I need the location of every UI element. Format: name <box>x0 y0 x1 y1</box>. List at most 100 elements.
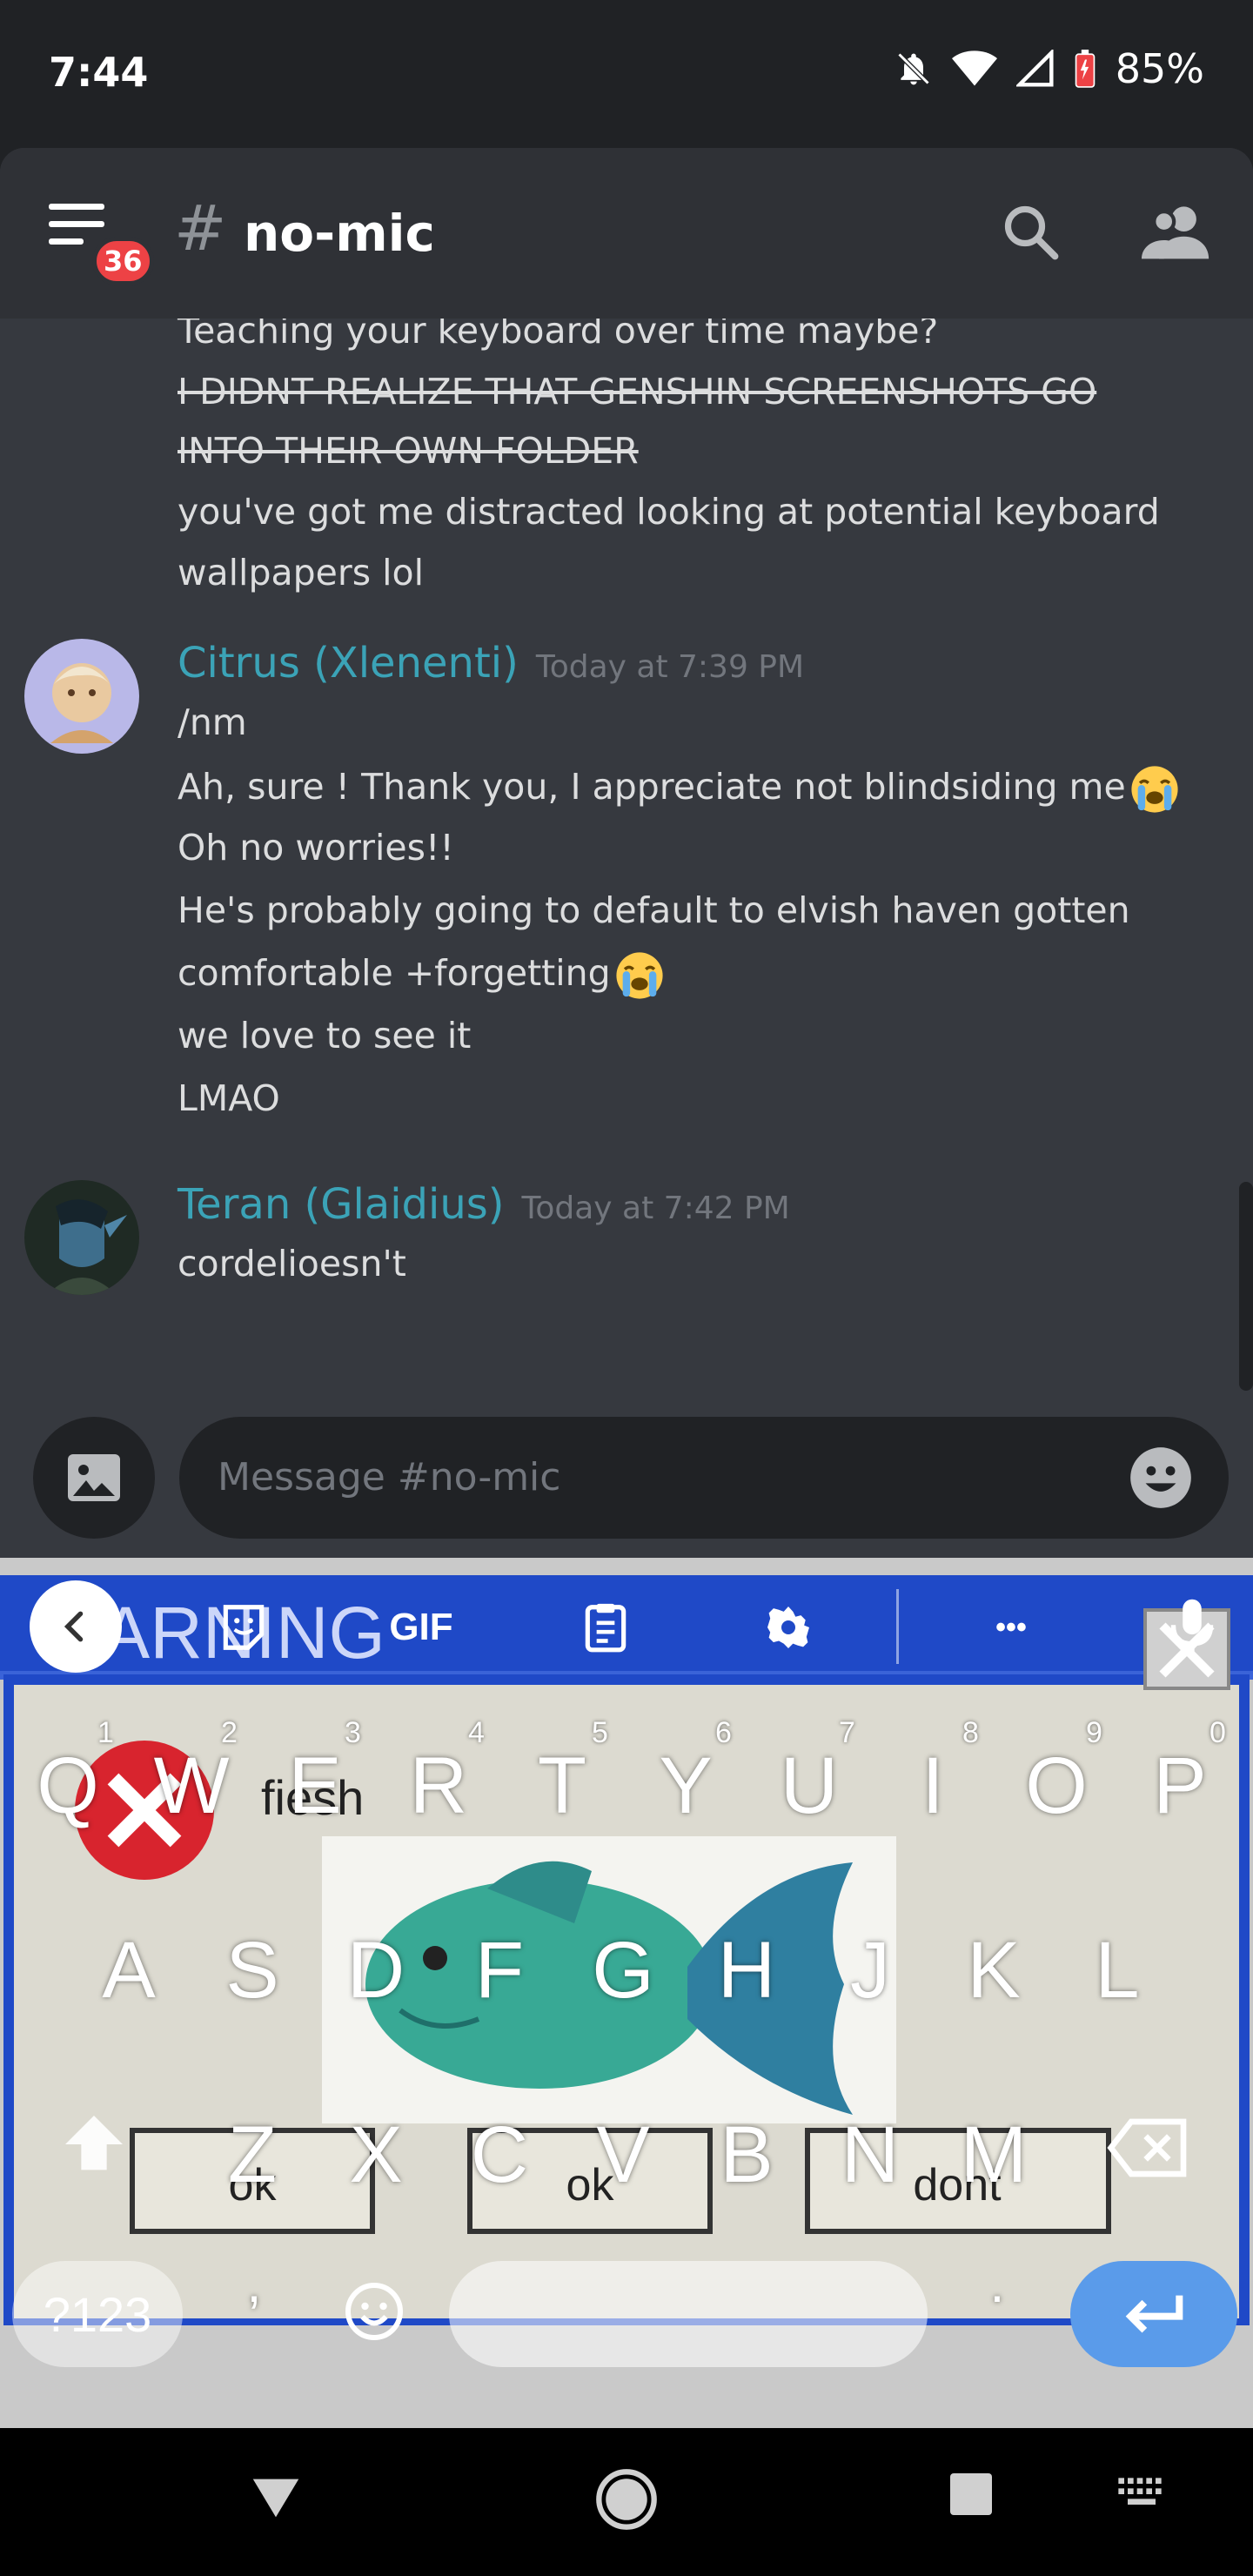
key-x[interactable]: X <box>324 2110 428 2201</box>
period-key[interactable]: . <box>945 2254 1049 2314</box>
key-i[interactable]: I <box>881 1741 985 1832</box>
nav-recents-button[interactable] <box>943 2466 1013 2536</box>
message-line: cordelioesn't <box>178 1243 406 1285</box>
message-text: Ah, sure ! Thank you, I appreciate not b… <box>178 766 1126 808</box>
message-author[interactable]: Citrus (Xlenenti) Today at 7:39 PM <box>178 639 804 688</box>
avatar-image <box>24 639 139 754</box>
avatar-teran[interactable] <box>24 1180 139 1295</box>
sticker-icon <box>223 1605 265 1650</box>
message-line: wallpapers lol <box>178 552 424 594</box>
key-c[interactable]: C <box>447 2110 552 2201</box>
keyboard-toolbar: GIF ••• <box>0 1558 1253 1688</box>
key-h[interactable]: H <box>694 1925 799 2016</box>
avatar-image <box>24 1180 139 1295</box>
message-input[interactable]: Message #no-mic <box>179 1417 1229 1539</box>
message-line: LMAO <box>178 1077 280 1119</box>
key-z[interactable]: Z <box>200 2110 305 2201</box>
key-j[interactable]: J <box>818 1925 922 2016</box>
message-line-with-emoji: comfortable +forgetting <box>178 950 665 1001</box>
members-button[interactable] <box>1142 200 1211 270</box>
battery-icon <box>1075 50 1096 88</box>
key-hint: 5 <box>592 1716 608 1749</box>
members-icon <box>1142 206 1209 259</box>
toolbar-divider <box>896 1589 899 1664</box>
key-g[interactable]: G <box>571 1925 675 2016</box>
more-options-button[interactable]: ••• <box>976 1593 1046 1662</box>
avatar-citrus[interactable] <box>24 639 139 754</box>
message-author[interactable]: Teran (Glaidius) Today at 7:42 PM <box>178 1180 790 1229</box>
key-hint: 7 <box>839 1716 855 1749</box>
space-key[interactable] <box>449 2261 928 2367</box>
keyboard-back-button[interactable] <box>30 1580 122 1673</box>
image-icon <box>68 1454 120 1501</box>
message-scrollbar[interactable] <box>1239 1182 1253 1391</box>
key-hint: 8 <box>962 1716 979 1749</box>
key-e[interactable]: E <box>263 1741 367 1832</box>
sticker-button[interactable] <box>209 1593 278 1662</box>
key-p[interactable]: P <box>1128 1741 1232 1832</box>
home-circle-icon <box>596 2469 657 2530</box>
key-l[interactable]: L <box>1065 1925 1169 2016</box>
symbols-key[interactable]: ?123 <box>12 2261 183 2367</box>
key-t[interactable]: T <box>510 1741 614 1832</box>
key-o[interactable]: O <box>1004 1741 1109 1832</box>
square-icon <box>950 2473 992 2515</box>
search-button[interactable] <box>999 200 1069 270</box>
comma-key[interactable]: , <box>202 2254 306 2314</box>
key-d[interactable]: D <box>324 1925 428 2016</box>
enter-key[interactable] <box>1070 2261 1237 2367</box>
key-a[interactable]: A <box>77 1925 181 2016</box>
message-line: Oh no worries!! <box>178 827 454 869</box>
emoji-picker-button[interactable] <box>1128 1445 1194 1511</box>
message-line-strikethrough: I DIDNT REALIZE THAT GENSHIN SCREENSHOTS… <box>178 371 1097 413</box>
key-y[interactable]: Y <box>633 1741 738 1832</box>
key-m[interactable]: M <box>941 2110 1046 2201</box>
key-b[interactable]: B <box>694 2110 799 2201</box>
chat-app: 36 # no-mic Teaching your keyboard over … <box>0 148 1253 1558</box>
clipboard-button[interactable] <box>571 1593 640 1662</box>
wifi-icon <box>951 50 997 86</box>
channel-title[interactable]: no-mic <box>244 204 435 263</box>
backspace-key[interactable] <box>1105 2113 1201 2191</box>
key-hint: 2 <box>221 1716 238 1749</box>
gif-button[interactable]: GIF <box>386 1593 456 1662</box>
message-list[interactable]: Teaching your keyboard over time maybe? … <box>0 319 1253 1392</box>
nav-home-button[interactable] <box>593 2466 663 2536</box>
loudly-crying-emoji-icon <box>1131 766 1178 813</box>
message-line: Teaching your keyboard over time maybe? <box>178 319 939 352</box>
attach-image-button[interactable] <box>33 1417 155 1539</box>
key-n[interactable]: N <box>818 2110 922 2201</box>
message-timestamp: Today at 7:39 PM <box>535 649 805 685</box>
key-r[interactable]: R <box>386 1741 491 1832</box>
unread-badge: 36 <box>92 237 154 285</box>
key-k[interactable]: K <box>941 1925 1046 2016</box>
emoji-key[interactable] <box>343 2280 412 2350</box>
search-icon <box>1004 205 1059 260</box>
smiley-icon <box>1130 1447 1191 1508</box>
loudly-crying-emoji-icon <box>616 952 663 999</box>
key-v[interactable]: V <box>571 2110 675 2201</box>
nav-keyboard-switch-button[interactable] <box>1114 2466 1183 2536</box>
hamburger-menu-button[interactable]: 36 <box>49 200 154 285</box>
author-name[interactable]: Citrus (Xlenenti) <box>178 639 519 688</box>
voice-input-button[interactable] <box>1157 1593 1227 1662</box>
settings-button[interactable] <box>754 1593 823 1662</box>
shift-key[interactable] <box>56 2106 143 2193</box>
author-name[interactable]: Teran (Glaidius) <box>178 1180 505 1229</box>
key-u[interactable]: U <box>757 1741 861 1832</box>
status-bar: 7:44 85% <box>0 0 1253 148</box>
message-input-placeholder: Message #no-mic <box>218 1455 561 1499</box>
nav-back-button[interactable] <box>245 2466 315 2536</box>
message-timestamp: Today at 7:42 PM <box>521 1191 790 1226</box>
message-line: He's probably going to default to elvish… <box>178 889 1130 931</box>
key-f[interactable]: F <box>447 1925 552 2016</box>
channel-header: 36 # no-mic <box>0 148 1253 319</box>
key-hint: 1 <box>97 1716 114 1749</box>
status-time: 7:44 <box>49 49 149 96</box>
message-text: comfortable +forgetting <box>178 952 611 994</box>
smiley-icon <box>345 2283 403 2340</box>
gear-icon <box>767 1607 809 1648</box>
key-w[interactable]: W <box>139 1741 244 1832</box>
key-q[interactable]: Q <box>16 1741 120 1832</box>
key-s[interactable]: S <box>200 1925 305 2016</box>
